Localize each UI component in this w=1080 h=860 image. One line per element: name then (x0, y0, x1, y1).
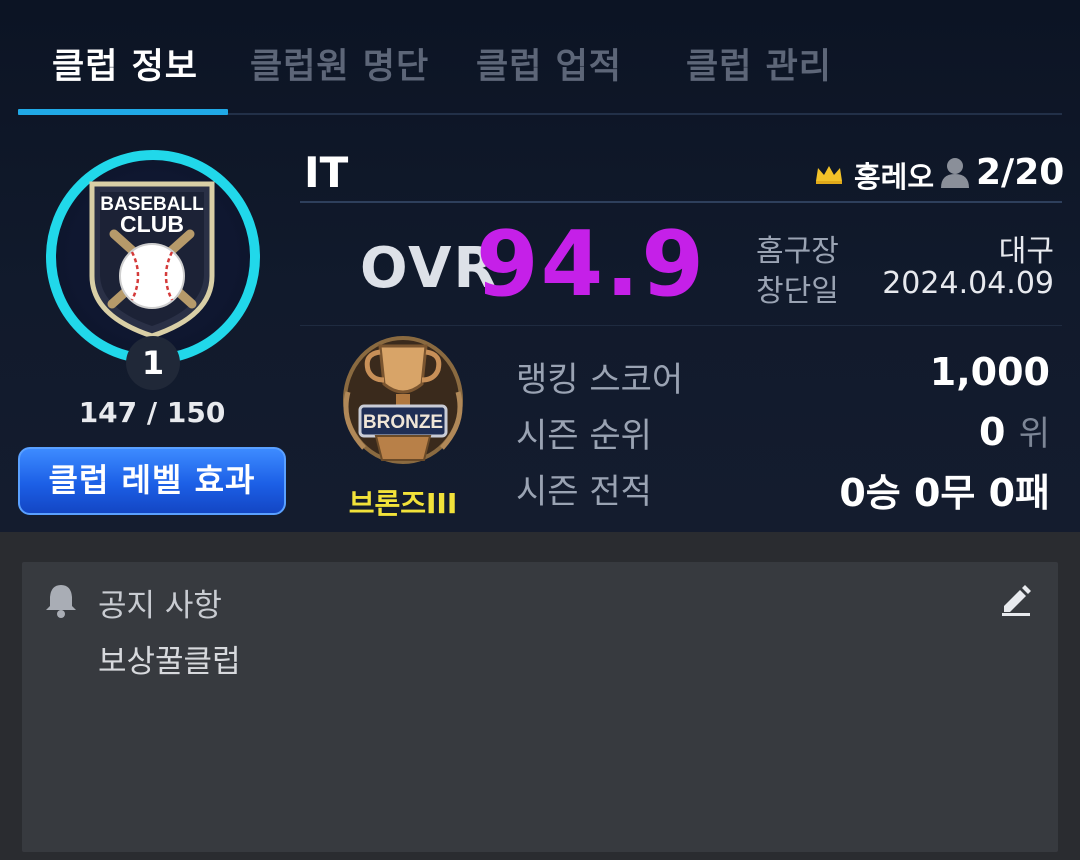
club-name: IT (304, 148, 349, 197)
tier-badge-text: BRONZE (363, 412, 443, 433)
tier-name: 브론즈III (348, 487, 458, 520)
tab-club-management[interactable]: 클럽 관리 (686, 38, 832, 87)
club-emblem: BASEBALL CLUB (89, 181, 215, 339)
emblem-text-line2: CLUB (120, 211, 184, 237)
edit-icon[interactable] (1000, 584, 1032, 616)
home-stadium-label: 홈구장 (756, 234, 839, 269)
tab-member-list[interactable]: 클럽원 명단 (250, 38, 429, 87)
season-record-value: 0승 0무 0패 (839, 471, 1050, 515)
notice-body: 보상꿀클럽 (98, 644, 241, 680)
ranking-score-label: 랭킹 스코어 (516, 360, 684, 400)
member-icon (941, 158, 969, 188)
season-rank-unit: 위 (1018, 414, 1050, 454)
member-count: 2/20 (976, 152, 1065, 193)
season-record-label: 시즌 전적 (516, 472, 652, 512)
founded-date-value: 2024.04.09 (882, 266, 1054, 301)
club-exp-text: 147 / 150 (78, 396, 226, 429)
bell-icon (46, 585, 76, 618)
tab-club-achievements[interactable]: 클럽 업적 (476, 38, 622, 87)
header-divider (300, 201, 1062, 203)
active-tab-indicator (18, 109, 228, 115)
founded-date-label: 창단일 (756, 274, 839, 309)
ovr-divider (300, 325, 1062, 326)
home-stadium-value: 대구 (998, 234, 1054, 269)
ovr-value: 94.9 (476, 212, 707, 317)
season-rank-value-group: 0 위 (979, 406, 1050, 455)
crown-icon (816, 166, 842, 184)
club-leader-name: 홍레오 (854, 160, 935, 194)
club-leader-info: 홍레오 2/20 (814, 150, 1064, 196)
tab-bar: 클럽 정보 클럽원 명단 클럽 업적 클럽 관리 (18, 0, 1062, 116)
club-level-badge: 1 (126, 336, 180, 390)
tab-club-info[interactable]: 클럽 정보 (52, 38, 198, 87)
club-info-panel: 클럽 정보 클럽원 명단 클럽 업적 클럽 관리 BASEBALL CLUB 1… (0, 0, 1080, 532)
season-rank-label: 시즌 순위 (516, 416, 652, 456)
bronze-tier-trophy-icon: BRONZE (343, 336, 463, 464)
club-level-effect-button[interactable]: 클럽 레벨 효과 (18, 447, 286, 515)
notice-panel: 공지 사항 보상꿀클럽 (22, 562, 1058, 852)
notice-title: 공지 사항 (98, 588, 222, 624)
season-rank-value: 0 (979, 410, 1006, 454)
ranking-score-value: 1,000 (929, 350, 1050, 394)
